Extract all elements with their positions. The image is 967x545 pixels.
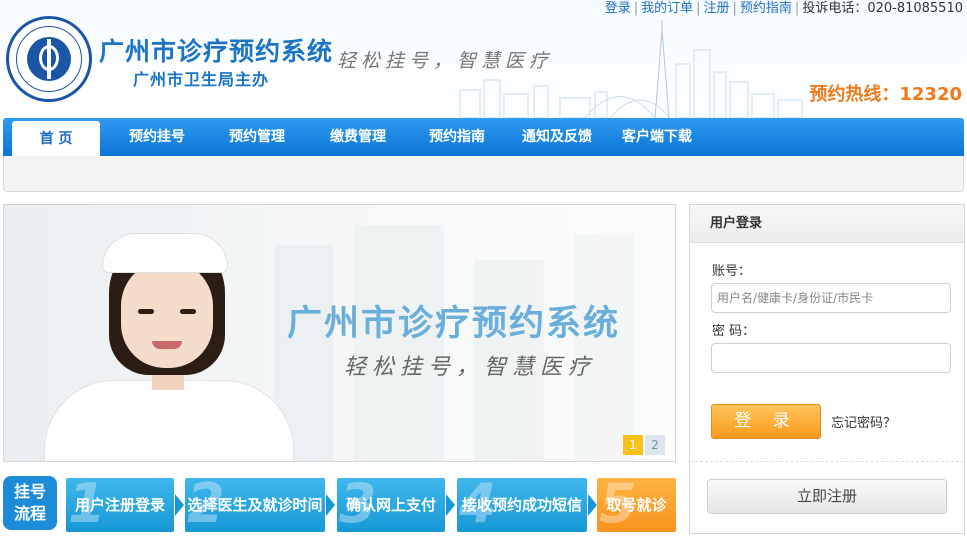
steps-label: 挂号 流程 [3, 476, 57, 530]
nav-client-download[interactable]: 客户端下载 [622, 118, 692, 156]
nav-manage[interactable]: 预约管理 [229, 118, 285, 156]
register-now-button[interactable]: 立即注册 [707, 479, 947, 514]
banner-slogan: 轻松挂号，智慧医疗 [344, 355, 597, 380]
registration-steps: 挂号 流程 1 用户注册登录 2 选择医生及就诊时间 3 确认网上支付 4 接收预… [3, 470, 676, 536]
nav-home[interactable]: 首 页 [12, 121, 100, 156]
main-nav: 首 页 预约挂号 预约管理 缴费管理 预约指南 通知及反馈 客户端下载 [3, 118, 964, 156]
step-3-text: 确认网上支付 [345, 496, 436, 514]
carousel-page-1[interactable]: 1 [623, 435, 643, 455]
site-subtitle: 广州市卫生局主办 [133, 70, 270, 89]
step-4-text: 接收预约成功短信 [461, 496, 582, 514]
password-label: 密 码： [712, 324, 756, 339]
login-button[interactable]: 登 录 [711, 404, 821, 439]
health-bureau-emblem-icon[interactable] [6, 16, 92, 102]
carousel-page-2[interactable]: 2 [645, 435, 665, 455]
top-links: 登录 | 我的订单 | 注册 | 预约指南 | 投诉电话：020-81085510 [604, 1, 963, 16]
step-4[interactable]: 4 接收预约成功短信 [457, 478, 587, 532]
my-orders-link[interactable]: 我的订单 [641, 1, 693, 16]
step-5[interactable]: 5 取号就诊 [597, 478, 676, 532]
step-3[interactable]: 3 确认网上支付 [337, 478, 445, 532]
header: 登录 | 我的订单 | 注册 | 预约指南 | 投诉电话：020-81085510 广州市诊疗预… [0, 0, 967, 118]
step-2[interactable]: 2 选择医生及就诊时间 [185, 478, 325, 532]
complaint-phone: 投诉电话：020-81085510 [802, 1, 963, 16]
password-input[interactable] [711, 343, 951, 373]
step-1-text: 用户注册登录 [74, 496, 165, 514]
nav-guide[interactable]: 预约指南 [429, 118, 485, 156]
account-label: 账号： [712, 264, 752, 279]
site-title: 广州市诊疗预约系统 [99, 37, 334, 66]
forgot-password-link[interactable]: 忘记密码？ [831, 412, 896, 431]
register-link[interactable]: 注册 [704, 1, 730, 16]
carousel-pager: 1 2 [623, 435, 665, 455]
page: 登录 | 我的订单 | 注册 | 预约指南 | 投诉电话：020-81085510 广州市诊疗预… [0, 0, 967, 545]
banner-title: 广州市诊疗预约系统 [287, 304, 621, 344]
step-5-text: 取号就诊 [606, 496, 667, 514]
login-panel: 用户登录 账号： 密 码： 登 录 忘记密码？ 立即注册 [689, 204, 965, 534]
step-1[interactable]: 1 用户注册登录 [66, 478, 174, 532]
panel-divider [690, 461, 964, 462]
banner-carousel[interactable]: 广州市诊疗预约系统 轻松挂号，智慧医疗 1 2 [3, 204, 676, 462]
nav-payment[interactable]: 缴费管理 [330, 118, 386, 156]
nav-appointment[interactable]: 预约挂号 [129, 118, 185, 156]
nav-notice-feedback[interactable]: 通知及反馈 [522, 118, 592, 156]
sub-nav-bar [3, 156, 964, 192]
login-heading: 用户登录 [690, 205, 964, 243]
city-skyline-illustration [459, 20, 803, 118]
step-2-text: 选择医生及就诊时间 [187, 496, 323, 514]
guide-link[interactable]: 预约指南 [740, 1, 792, 16]
account-input[interactable] [711, 283, 951, 313]
hotline: 预约热线：12320 [809, 84, 962, 105]
login-link[interactable]: 登录 [605, 1, 631, 16]
